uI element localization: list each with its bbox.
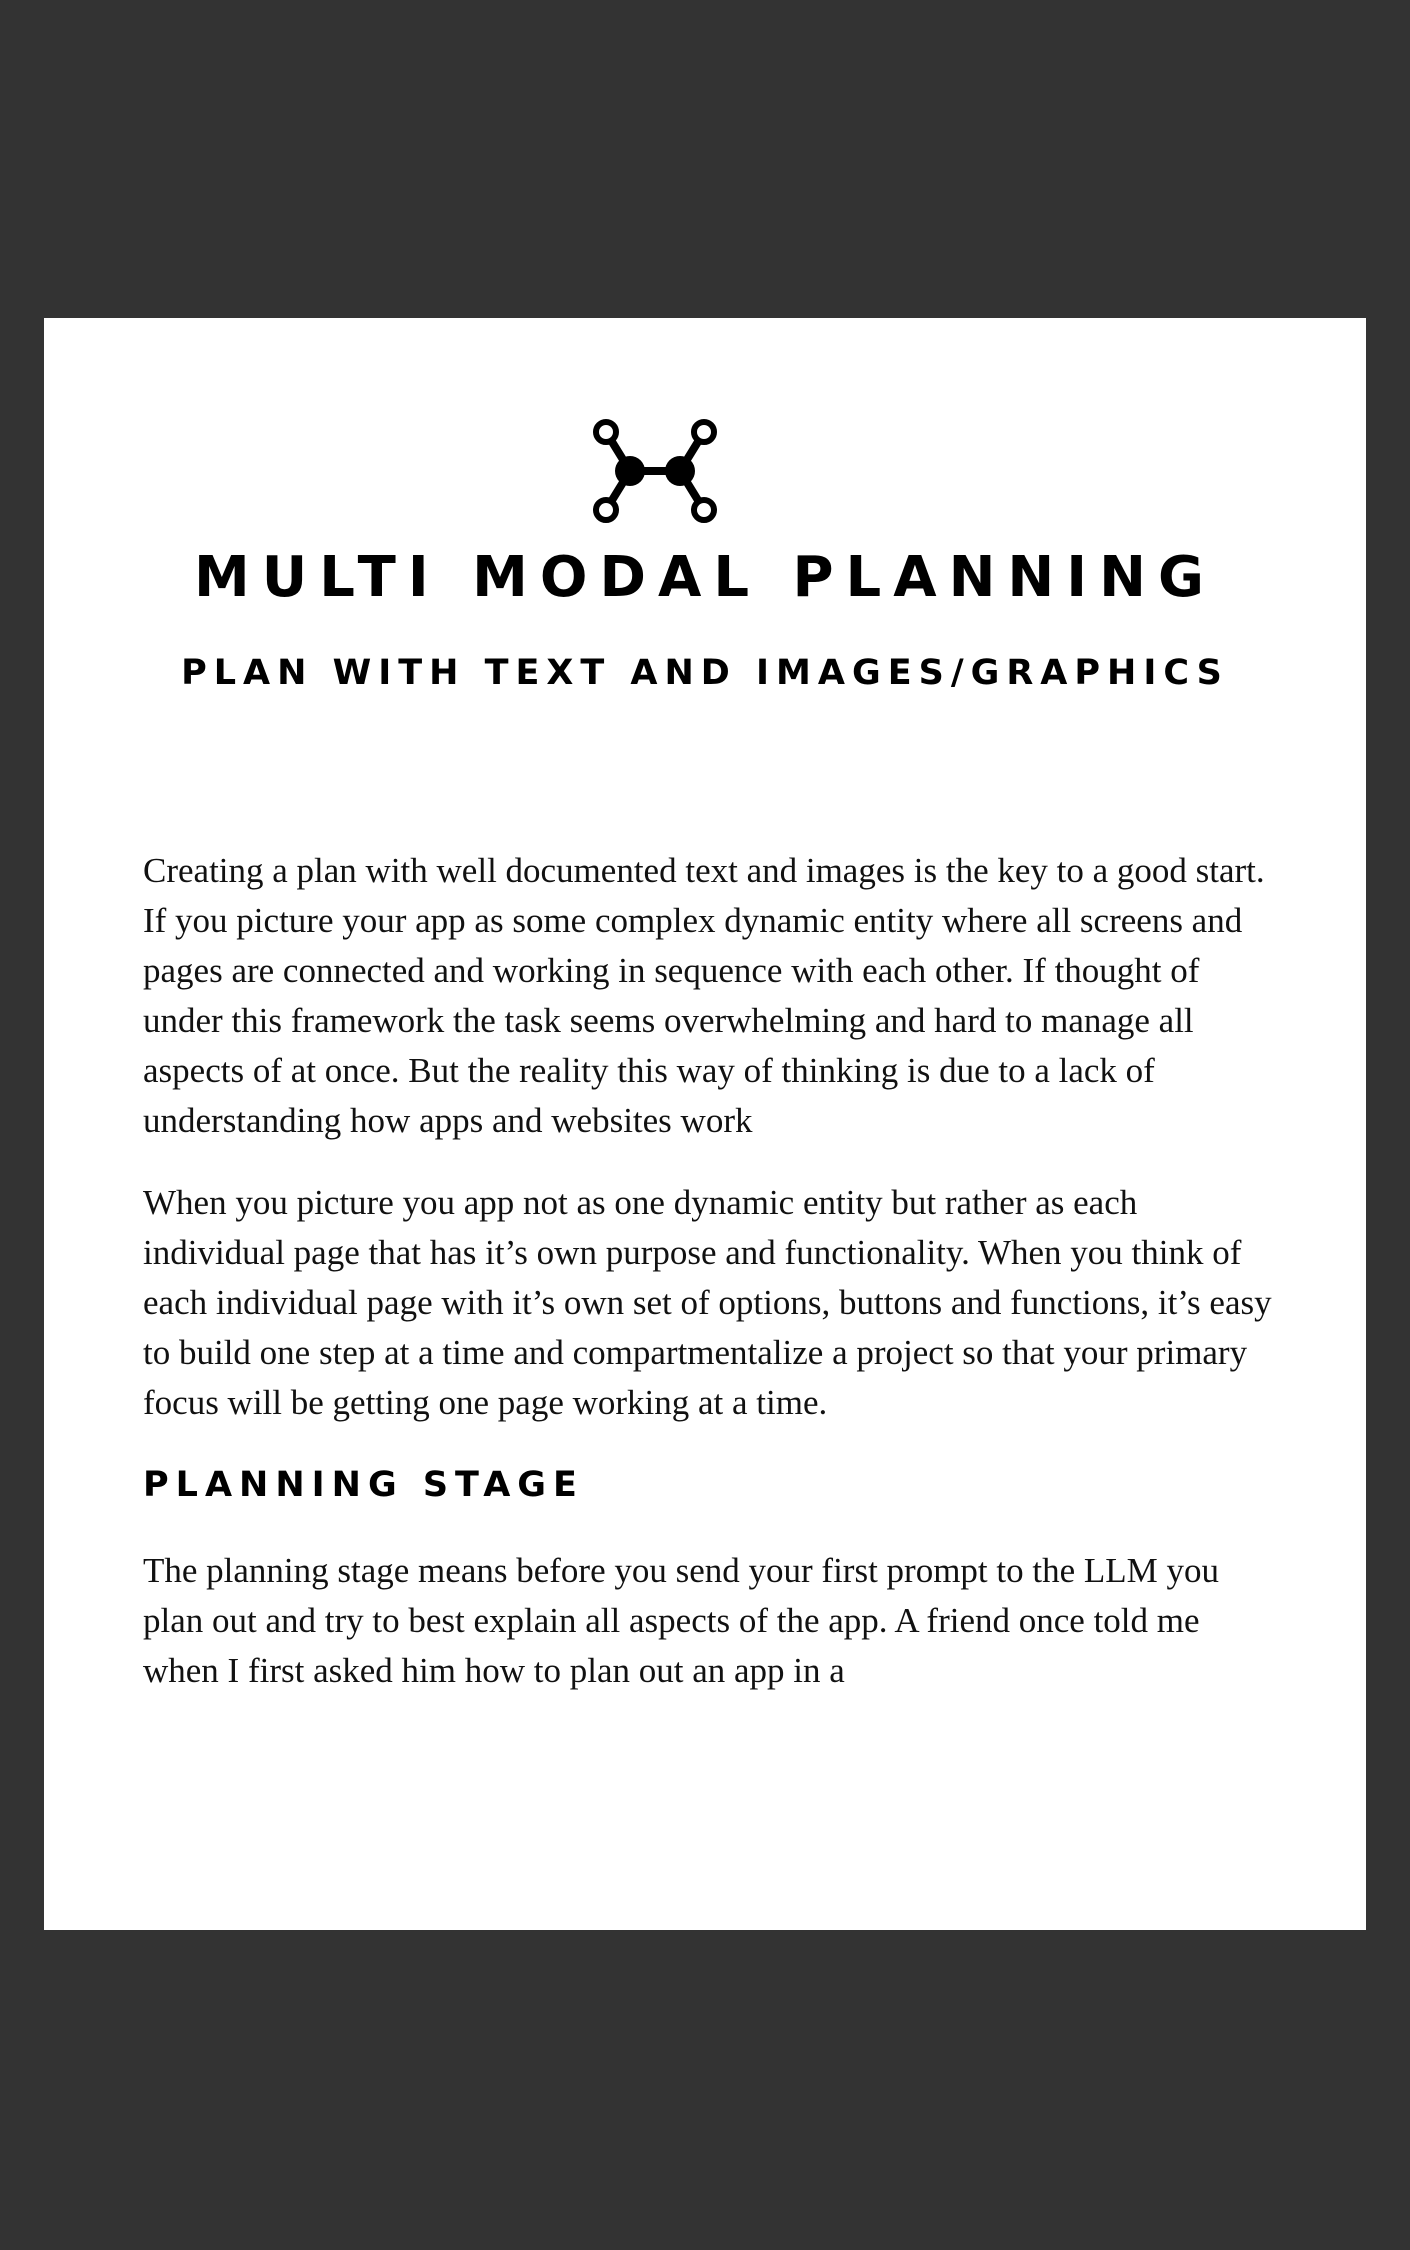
document-body: Creating a plan with well documented tex…: [143, 846, 1273, 1728]
paragraph-individual-pages: When you picture you app not as one dyna…: [143, 1183, 1272, 1422]
node-graph-icon: [592, 417, 718, 525]
page-subtitle: PLAN WITH TEXT AND IMAGES/GRAPHICS: [181, 653, 1229, 693]
document-page: MULTI MODAL PLANNING PLAN WITH TEXT AND …: [44, 318, 1366, 1930]
section-heading-planning-stage: PLANNING STAGE: [143, 1465, 584, 1505]
page-title: MULTI MODAL PLANNING: [194, 545, 1216, 610]
paragraph-intro: Creating a plan with well documented tex…: [143, 851, 1265, 1140]
paragraph-planning-stage: The planning stage means before you send…: [143, 1551, 1220, 1690]
